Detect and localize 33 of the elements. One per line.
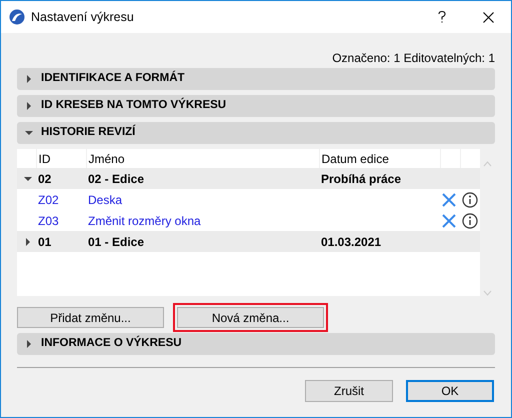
selection-info: Označeno: 1 Editovatelných: 1 [331, 50, 495, 63]
delete-icon[interactable] [442, 214, 456, 228]
info-icon[interactable] [462, 192, 478, 208]
table-cell: Z03 [36, 210, 86, 231]
window-title: Nastavení výkresu [31, 8, 135, 26]
section-header[interactable]: ID KRESEB NA TOMTO VÝKRESU [17, 95, 495, 117]
app-logo-icon [9, 9, 25, 25]
collapse-arrow-icon[interactable] [25, 129, 33, 137]
close-icon[interactable] [482, 12, 494, 22]
table-cell: 01.03.2021 [319, 231, 440, 252]
expand-arrow-icon[interactable] [25, 340, 33, 348]
table-cell: Změnit rozměry okna [86, 210, 319, 231]
table-cell: Deska [86, 189, 319, 210]
expand-arrow-icon[interactable] [25, 75, 33, 83]
section-header[interactable]: IDENTIFIKACE A FORMÁT [17, 68, 495, 90]
expand-arrow-icon[interactable] [25, 102, 33, 110]
section-header[interactable]: HISTORIE REVIZÍ [17, 122, 495, 144]
table-cell: 01 [36, 231, 86, 252]
expand-arrow-icon[interactable] [24, 238, 32, 246]
action-button[interactable]: Přidat změnu... [17, 307, 164, 328]
info-icon[interactable] [462, 213, 478, 230]
table-cell: 02 - Edice [86, 168, 319, 189]
collapse-arrow-icon[interactable] [24, 175, 32, 184]
table-cell: 02 [36, 168, 86, 189]
ok-button[interactable]: OK [406, 380, 494, 402]
table-cell: Probíhá práce [319, 168, 440, 189]
table-cell: 01 - Edice [86, 231, 319, 252]
delete-icon[interactable] [442, 193, 456, 208]
cancel-button[interactable]: Zrušit [305, 380, 393, 402]
help-icon[interactable] [438, 11, 446, 23]
section-header[interactable]: INFORMACE O VÝKRESU [17, 333, 495, 355]
action-button[interactable]: Nová změna... [177, 307, 324, 328]
table-cell: Z02 [36, 189, 86, 210]
